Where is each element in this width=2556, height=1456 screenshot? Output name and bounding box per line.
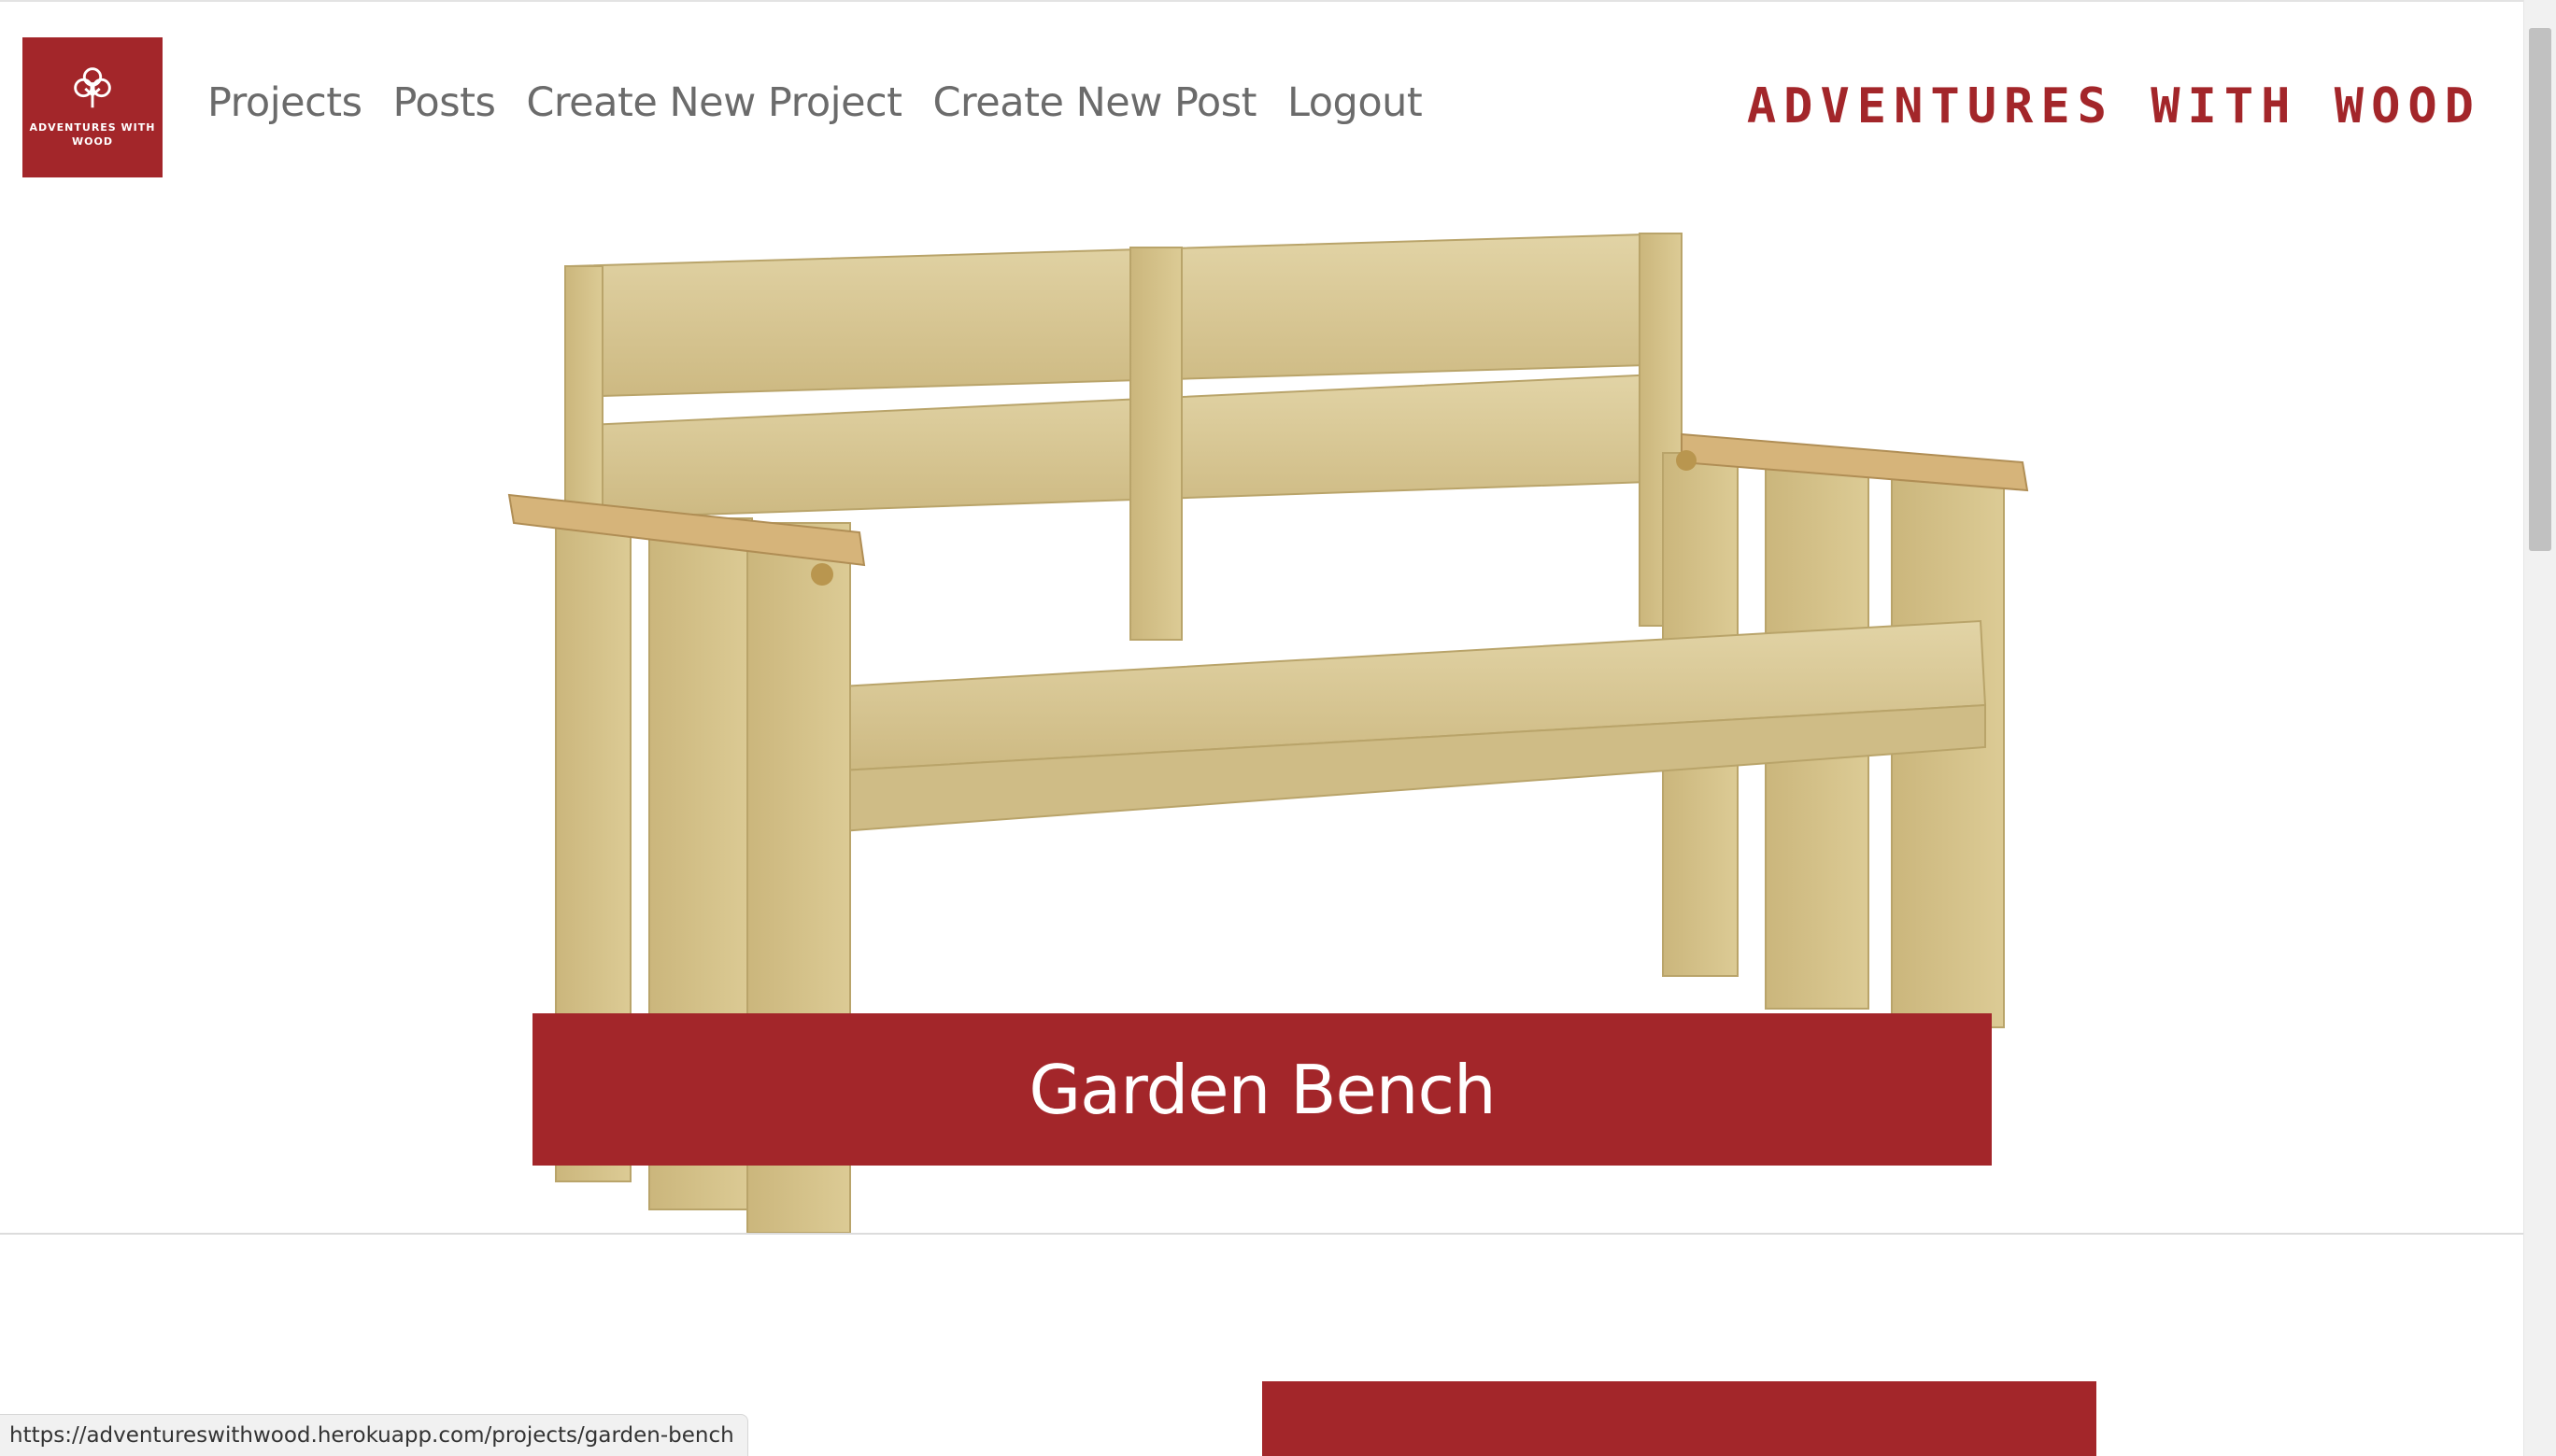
status-bar-url: https://adventureswithwood.herokuapp.com…: [0, 1414, 748, 1456]
nav-logout[interactable]: Logout: [1287, 77, 1423, 129]
tree-icon: [74, 67, 111, 108]
logo-text: ADVENTURES WITH WOOD: [29, 121, 156, 148]
vertical-scrollbar[interactable]: [2523, 0, 2556, 1456]
main-nav: Projects Posts Create New Project Create…: [207, 77, 1453, 129]
nav-projects[interactable]: Projects: [207, 77, 362, 129]
project-title-banner: Garden Bench: [532, 1013, 1992, 1166]
content-card-header: [1262, 1381, 2096, 1456]
scrollbar-thumb[interactable]: [2529, 28, 2551, 551]
project-title: Garden Bench: [1029, 1050, 1496, 1129]
section-divider: [0, 1233, 2524, 1235]
nav-posts[interactable]: Posts: [393, 77, 496, 129]
nav-create-new-post[interactable]: Create New Post: [933, 77, 1257, 129]
page-top-border: [0, 0, 2524, 2]
nav-create-new-project[interactable]: Create New Project: [526, 77, 902, 129]
site-logo[interactable]: ADVENTURES WITH WOOD: [22, 37, 163, 177]
brand-wordmark: ADVENTURES WITH WOOD: [1746, 78, 2481, 134]
